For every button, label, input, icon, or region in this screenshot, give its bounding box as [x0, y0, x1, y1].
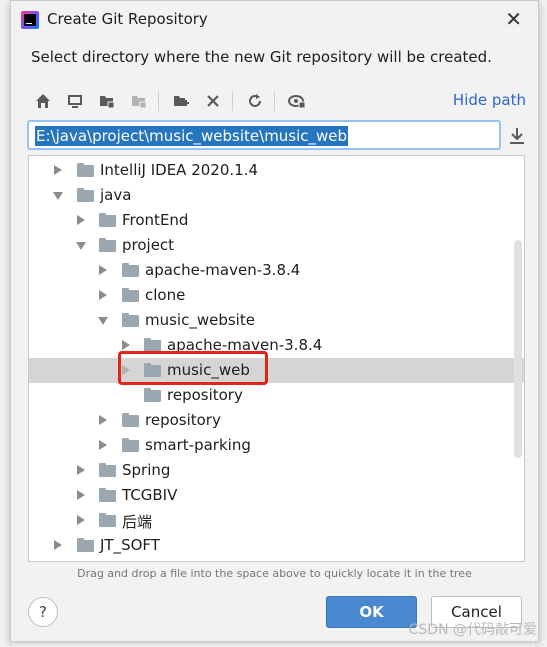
tree-row[interactable]: JT_SOFT: [29, 533, 524, 558]
tree-row-label: clone: [145, 286, 186, 304]
folder-icon: [122, 263, 139, 277]
tree-row-label: apache-maven-3.8.4: [145, 261, 301, 279]
expand-arrow-icon[interactable]: [54, 540, 62, 550]
tree-row[interactable]: 后端: [29, 508, 524, 533]
expand-arrow-icon[interactable]: [54, 165, 62, 175]
tree-row-label: music_website: [145, 311, 255, 329]
intellij-logo-icon: [21, 11, 39, 29]
tree-row-label: project: [122, 236, 175, 254]
tree-row-label: FrontEnd: [122, 211, 189, 229]
tree-row-selected[interactable]: music_web: [29, 358, 524, 383]
tree-row[interactable]: TCGBIV: [29, 483, 524, 508]
create-git-repository-dialog: Create Git Repository ✕ Select directory…: [10, 0, 539, 642]
tree-row[interactable]: FrontEnd: [29, 208, 524, 233]
desktop-icon[interactable]: [64, 90, 86, 112]
toolbar-separator: [158, 91, 159, 111]
toolbar-separator: [274, 91, 275, 111]
folder-icon: [99, 238, 116, 252]
folder-icon: [122, 413, 139, 427]
collapse-arrow-icon[interactable]: [53, 192, 63, 200]
collapse-arrow-icon[interactable]: [98, 317, 108, 325]
refresh-icon[interactable]: [244, 90, 266, 112]
folder-icon: [77, 188, 94, 202]
path-field[interactable]: E:\java\project\music_website\music_web: [27, 120, 501, 150]
tree-row-label: IntelliJ IDEA 2020.1.4: [100, 161, 259, 179]
toolbar-separator: [232, 91, 233, 111]
delete-icon[interactable]: [202, 90, 224, 112]
tree-row-label: java: [100, 186, 132, 204]
tree-row[interactable]: IntelliJ IDEA 2020.1.4: [29, 158, 524, 183]
tree-row-label: repository: [145, 411, 221, 429]
tree-row-label: smart-parking: [145, 436, 251, 454]
expand-arrow-icon[interactable]: [77, 515, 85, 525]
folder-icon: [122, 438, 139, 452]
path-field-value: E:\java\project\music_website\music_web: [35, 126, 349, 146]
tree-row-label: TCGBIV: [122, 486, 178, 504]
folder-icon: [77, 163, 94, 177]
home-icon[interactable]: [32, 90, 54, 112]
folder-icon: [122, 288, 139, 302]
download-icon[interactable]: [506, 125, 528, 147]
dialog-description: Select directory where the new Git repos…: [31, 48, 492, 66]
hide-path-link[interactable]: Hide path: [453, 91, 526, 109]
expand-arrow-icon[interactable]: [99, 265, 107, 275]
folder-icon: [99, 213, 116, 227]
expand-arrow-icon[interactable]: [122, 340, 130, 350]
tree-row[interactable]: apache-maven-3.8.4: [29, 333, 524, 358]
folder-icon: [77, 538, 94, 552]
folder-icon: [99, 488, 116, 502]
expand-arrow-icon[interactable]: [77, 490, 85, 500]
ok-button[interactable]: OK: [326, 596, 417, 628]
module-folder-icon[interactable]: [128, 90, 150, 112]
expand-arrow-icon[interactable]: [99, 415, 107, 425]
dialog-title: Create Git Repository: [47, 10, 208, 28]
title-bar: Create Git Repository ✕: [11, 1, 538, 39]
collapse-arrow-icon[interactable]: [76, 242, 86, 250]
tree-row-label: 后端: [122, 513, 153, 531]
expand-arrow-icon[interactable]: [99, 440, 107, 450]
new-folder-icon[interactable]: [170, 90, 192, 112]
expand-arrow-icon[interactable]: [99, 290, 107, 300]
folder-icon: [122, 313, 139, 327]
directory-tree[interactable]: IntelliJ IDEA 2020.1.4 java FrontEnd pro…: [28, 155, 525, 562]
annotation-highlight: [118, 351, 268, 385]
tree-row[interactable]: repository: [29, 408, 524, 433]
drag-drop-hint: Drag and drop a file into the space abov…: [77, 567, 472, 580]
folder-icon: [144, 338, 161, 352]
expand-arrow-icon[interactable]: [77, 465, 85, 475]
tree-row[interactable]: clone: [29, 283, 524, 308]
help-button[interactable]: ?: [28, 597, 58, 627]
show-hidden-icon[interactable]: [286, 90, 308, 112]
tree-row[interactable]: smart-parking: [29, 433, 524, 458]
tree-row[interactable]: apache-maven-3.8.4: [29, 258, 524, 283]
close-icon[interactable]: ✕: [505, 7, 522, 31]
tree-row[interactable]: project: [29, 233, 524, 258]
tree-row-label: Spring: [122, 461, 171, 479]
folder-icon: [99, 463, 116, 477]
expand-arrow-icon[interactable]: [77, 215, 85, 225]
project-folder-icon[interactable]: [96, 90, 118, 112]
tree-row-label: repository: [167, 386, 243, 404]
folder-icon: [144, 388, 161, 402]
watermark: CSDN @代码敲可爱: [408, 622, 537, 638]
tree-row[interactable]: Spring: [29, 458, 524, 483]
folder-icon: [99, 513, 116, 527]
vertical-scrollbar[interactable]: [514, 240, 522, 458]
tree-row[interactable]: music_website: [29, 308, 524, 333]
file-chooser-toolbar: Hide path: [28, 87, 528, 115]
tree-row[interactable]: repository: [29, 383, 524, 408]
tree-row-label: JT_SOFT: [100, 536, 160, 554]
tree-row[interactable]: java: [29, 183, 524, 208]
